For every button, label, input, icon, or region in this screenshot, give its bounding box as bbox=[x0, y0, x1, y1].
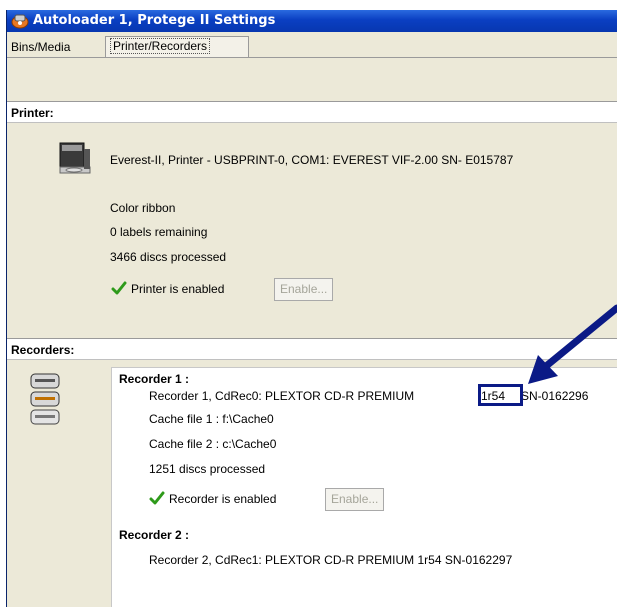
recorder-2-device-line: Recorder 2, CdRec1: PLEXTOR CD-R PREMIUM… bbox=[149, 553, 513, 567]
recorders-section-title: Recorders: bbox=[11, 343, 75, 357]
recorder-stack-icon bbox=[30, 373, 60, 425]
printer-labels-remaining: 0 labels remaining bbox=[110, 225, 208, 239]
recorders-panel bbox=[111, 367, 617, 607]
settings-window: Autoloader 1, Protege II Settings Bins/M… bbox=[6, 10, 617, 607]
autoloader-app-icon bbox=[11, 14, 29, 29]
printer-section-title: Printer: bbox=[11, 106, 54, 120]
tab-divider bbox=[7, 57, 617, 58]
recorder-1-device-prefix: Recorder 1, CdRec0: PLEXTOR CD-R PREMIUM bbox=[149, 389, 415, 403]
recorder-1-discs-processed: 1251 discs processed bbox=[149, 462, 266, 476]
printer-ribbon: Color ribbon bbox=[110, 201, 176, 215]
recorder-1-cache1: Cache file 1 : f:\Cache0 bbox=[149, 412, 274, 426]
tab-bins-media[interactable]: Bins/Media bbox=[7, 38, 105, 58]
tab-bins-media-label: Bins/Media bbox=[11, 40, 71, 54]
checkmark-icon bbox=[149, 491, 165, 505]
recorder-1-cache2: Cache file 2 : c:\Cache0 bbox=[149, 437, 277, 451]
recorder-1-heading: Recorder 1 : bbox=[119, 372, 190, 386]
checkmark-icon bbox=[111, 281, 127, 295]
recorder-1-status: Recorder is enabled bbox=[169, 492, 277, 506]
window-title: Autoloader 1, Protege II Settings bbox=[33, 13, 276, 28]
printer-section-header: Printer: bbox=[7, 101, 617, 123]
title-bar[interactable]: Autoloader 1, Protege II Settings bbox=[7, 10, 617, 32]
recorder-1-serial: SN-0162296 bbox=[521, 389, 589, 403]
recorder-1-enable-button[interactable]: Enable... bbox=[325, 488, 385, 511]
printer-discs-processed: 3466 discs processed bbox=[110, 250, 227, 264]
recorder-2-heading: Recorder 2 : bbox=[119, 528, 190, 542]
tab-printer-recorders-label: Printer/Recorders bbox=[110, 38, 211, 54]
tab-printer-recorders[interactable]: Printer/Recorders bbox=[105, 36, 249, 58]
recorders-section-header: Recorders: bbox=[7, 338, 617, 360]
printer-device-line: Everest-II, Printer - USBPRINT-0, COM1: … bbox=[110, 153, 514, 167]
printer-status: Printer is enabled bbox=[131, 282, 225, 296]
tab-strip: Bins/Media Printer/Recorders bbox=[7, 36, 617, 58]
firmware-highlight-box bbox=[478, 384, 523, 406]
printer-enable-button[interactable]: Enable... bbox=[274, 278, 334, 301]
printer-device-icon bbox=[59, 142, 91, 174]
